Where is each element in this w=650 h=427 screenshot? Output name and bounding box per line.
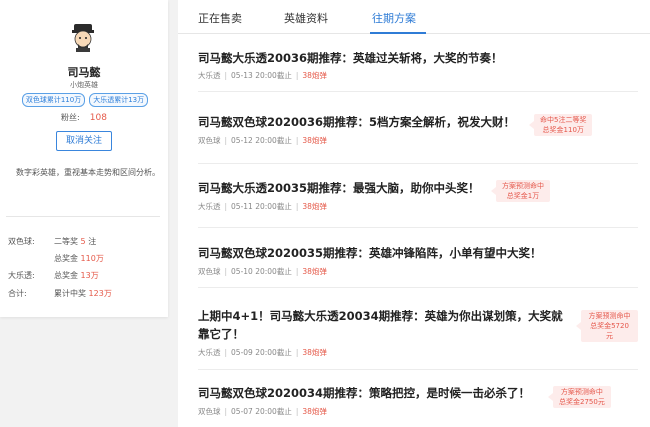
unfollow-button[interactable]: 取消关注 bbox=[56, 131, 112, 151]
stat-dlt-total-label: 总奖金 bbox=[54, 271, 78, 280]
article-price: 38炮弹 bbox=[302, 267, 327, 276]
article-price: 38炮弹 bbox=[302, 71, 327, 80]
fans-label: 粉丝: bbox=[61, 113, 80, 122]
article-title[interactable]: 司马懿双色球2020035期推荐：英雄冲锋陷阵，小单有望中大奖！ bbox=[198, 245, 542, 261]
article-meta: 大乐透 | 05-13 20:00截止 | 38炮弹 bbox=[198, 71, 327, 80]
stat-dlt-total: 大乐透: 总奖金 13万 bbox=[8, 270, 158, 281]
badge-line: 方案预测命中 bbox=[588, 312, 631, 320]
profile-card: 司马懿 小炮英雄 双色球累计110万 大乐透累计13万 粉丝: 108 取消关注 … bbox=[0, 0, 168, 317]
tab-past-plans[interactable]: 往期方案 bbox=[372, 10, 416, 26]
main-panel: 正在售卖 英雄资料 往期方案 司马懿大乐透20036期推荐：英雄过关斩将，大奖的… bbox=[178, 0, 650, 427]
article-title[interactable]: 司马懿双色球2020034期推荐：策略把控，是时候一击必杀了！ bbox=[198, 385, 530, 401]
stat-dlt-label: 大乐透: bbox=[8, 271, 35, 280]
article-meta: 双色球 | 05-12 20:00截止 | 38炮弹 bbox=[198, 136, 327, 145]
article-price: 38炮弹 bbox=[302, 348, 327, 357]
list-item[interactable]: 司马懿双色球2020035期推荐：英雄冲锋陷阵，小单有望中大奖！ 双色球 | 05-… bbox=[198, 228, 638, 288]
stat-ssq-total-label: 总奖金 bbox=[54, 254, 78, 263]
stat-ssq-second-unit: 注 bbox=[88, 237, 97, 246]
article-time: 05-11 20:00截止 bbox=[231, 202, 292, 211]
list-item[interactable]: 上期中4+1！司马懿大乐透20034期推荐：英雄为你出谋划策，大奖就靠它了！ 大… bbox=[198, 288, 638, 370]
stat-sum-total-value: 123万 bbox=[88, 289, 112, 298]
fans-count: 108 bbox=[89, 113, 107, 123]
article-lottery: 双色球 bbox=[198, 267, 221, 276]
badge-line: 方案预测命中 bbox=[560, 388, 603, 396]
tab-bar: 正在售卖 英雄资料 往期方案 bbox=[178, 0, 650, 34]
article-title[interactable]: 司马懿双色球2020036期推荐：5档方案全解析，祝发大财！ bbox=[198, 114, 515, 130]
article-time: 05-12 20:00截止 bbox=[231, 136, 292, 145]
article-meta: 双色球 | 05-10 20:00截止 | 38炮弹 bbox=[198, 267, 327, 276]
profile-name: 司马懿 bbox=[67, 66, 101, 79]
list-item[interactable]: 司马懿双色球2020034期推荐：策略把控，是时候一击必杀了！ 双色球 | 05-0… bbox=[198, 370, 638, 427]
stat-ssq-total-value: 110万 bbox=[80, 254, 104, 263]
profile-tags: 双色球累计110万 大乐透累计13万 bbox=[10, 93, 160, 107]
stat-dlt-total-value: 13万 bbox=[80, 271, 99, 280]
hit-badge: 命中5注二等奖 总奖金110万 bbox=[528, 114, 593, 136]
tab-hero-profile[interactable]: 英雄资料 bbox=[284, 10, 328, 26]
article-price: 38炮弹 bbox=[302, 202, 327, 211]
article-time: 05-13 20:00截止 bbox=[231, 71, 292, 80]
hit-badge: 方案预测命中 总奖金1万 bbox=[491, 180, 550, 202]
badge-line: 总奖金2750元 bbox=[559, 398, 605, 406]
stat-sum-total-label: 累计中奖 bbox=[54, 289, 86, 298]
article-lottery: 双色球 bbox=[198, 407, 221, 416]
article-lottery: 大乐透 bbox=[198, 202, 221, 211]
article-title[interactable]: 上期中4+1！司马懿大乐透20034期推荐：英雄为你出谋划策，大奖就靠它了！ bbox=[198, 307, 563, 343]
page: 司马懿 小炮英雄 双色球累计110万 大乐透累计13万 粉丝: 108 取消关注 … bbox=[0, 0, 650, 427]
article-price: 38炮弹 bbox=[302, 136, 327, 145]
tab-on-sale[interactable]: 正在售卖 bbox=[198, 10, 242, 26]
stat-sum-label: 合计: bbox=[8, 289, 27, 298]
tag-ssq[interactable]: 双色球累计110万 bbox=[21, 93, 86, 107]
stat-ssq-label: 双色球: bbox=[8, 237, 35, 246]
article-time: 05-10 20:00截止 bbox=[231, 267, 292, 276]
article-lottery: 双色球 bbox=[198, 136, 221, 145]
hit-badge: 方案预测命中 总奖金2750元 bbox=[548, 386, 611, 408]
divider bbox=[6, 216, 160, 217]
badge-line: 总奖金5720元 bbox=[590, 322, 629, 340]
badge-line: 方案预测命中 bbox=[502, 182, 544, 190]
stat-ssq-second-value: 5 bbox=[80, 237, 86, 246]
article-title[interactable]: 司马懿大乐透20035期推荐：最强大脑，助你中头奖！ bbox=[198, 180, 480, 196]
list-item[interactable]: 司马懿大乐透20036期推荐：英雄过关斩将，大奖的节奏！ 大乐透 | 05-13 2… bbox=[198, 34, 638, 92]
stat-ssq-total: 总奖金 110万 bbox=[8, 253, 158, 264]
article-time: 05-09 20:00截止 bbox=[231, 348, 292, 357]
article-price: 38炮弹 bbox=[302, 407, 327, 416]
hit-badge: 方案预测命中 总奖金5720元 bbox=[576, 310, 638, 342]
profile-title: 小炮英雄 bbox=[70, 81, 98, 89]
badge-line: 总奖金1万 bbox=[506, 192, 540, 200]
article-title[interactable]: 司马懿大乐透20036期推荐：英雄过关斩将，大奖的节奏！ bbox=[198, 50, 503, 66]
profile-description: 数字彩英雄，重视基本走势和区间分析。 bbox=[16, 168, 160, 177]
article-lottery: 大乐透 bbox=[198, 348, 221, 357]
stat-sum-total: 合计: 累计中奖 123万 bbox=[8, 288, 158, 299]
badge-line: 命中5注二等奖 bbox=[540, 116, 587, 124]
article-meta: 大乐透 | 05-11 20:00截止 | 38炮弹 bbox=[198, 202, 327, 211]
stat-ssq-second-label: 二等奖 bbox=[54, 237, 78, 246]
list-item[interactable]: 司马懿双色球2020036期推荐：5档方案全解析，祝发大财！ 双色球 | 05-12… bbox=[198, 92, 638, 164]
article-time: 05-07 20:00截止 bbox=[231, 407, 292, 416]
tag-dlt[interactable]: 大乐透累计13万 bbox=[89, 93, 149, 107]
article-lottery: 大乐透 bbox=[198, 71, 221, 80]
list-item[interactable]: 司马懿大乐透20035期推荐：最强大脑，助你中头奖！ 大乐透 | 05-11 20:… bbox=[198, 164, 638, 228]
article-meta: 双色球 | 05-07 20:00截止 | 38炮弹 bbox=[198, 407, 327, 416]
article-meta: 大乐透 | 05-09 20:00截止 | 38炮弹 bbox=[198, 348, 327, 357]
stat-ssq-second: 双色球: 二等奖 5 注 bbox=[8, 236, 158, 247]
badge-line: 总奖金110万 bbox=[542, 126, 584, 134]
fans-row: 粉丝: 108 bbox=[0, 112, 168, 123]
avatar-icon bbox=[72, 24, 94, 52]
